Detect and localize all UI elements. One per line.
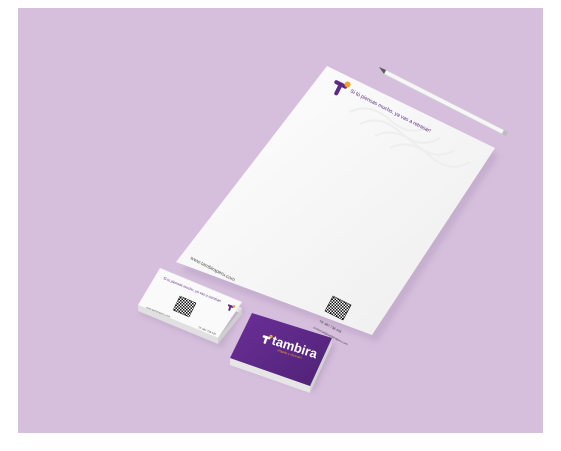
- stationery-mockup-scene: Si tú piensas mucho, ya vas a retrasar! …: [0, 0, 561, 451]
